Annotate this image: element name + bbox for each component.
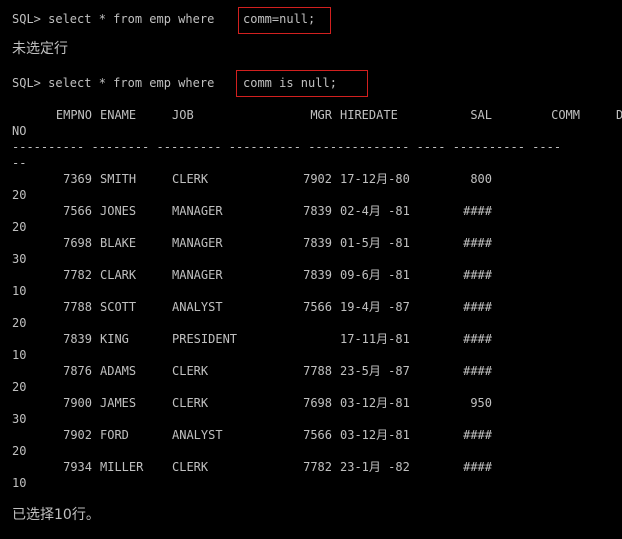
- cell-sal: 800: [470, 172, 492, 186]
- cell-mgr: 7698: [303, 396, 332, 410]
- cell-job: MANAGER: [172, 204, 223, 218]
- header-job: JOB: [172, 108, 194, 122]
- cell-job: MANAGER: [172, 268, 223, 282]
- cell-sal: ####: [463, 428, 492, 442]
- cell-deptno: 30: [12, 252, 27, 266]
- cell-mgr: 7566: [303, 300, 332, 314]
- cell-hiredate: 02-4月 -81: [340, 204, 410, 218]
- cell-ename: BLAKE: [100, 236, 137, 250]
- query1-highlight-box: [238, 7, 331, 34]
- cell-deptno: 20: [12, 380, 27, 394]
- cell-job: CLERK: [172, 460, 209, 474]
- cell-sal: ####: [463, 364, 492, 378]
- cell-sal: ####: [463, 332, 492, 346]
- no-rows-message: 未选定行: [12, 41, 68, 57]
- cell-hiredate: 23-1月 -82: [340, 460, 410, 474]
- cell-empno: 7698: [63, 236, 92, 250]
- cell-ename: MILLER: [100, 460, 144, 474]
- cell-deptno: 10: [12, 284, 27, 298]
- header-hiredate: HIREDATE: [340, 108, 398, 122]
- cell-empno: 7369: [63, 172, 92, 186]
- cell-hiredate: 03-12月-81: [340, 428, 410, 442]
- cell-mgr: 7902: [303, 172, 332, 186]
- header-deptno-cont: NO: [12, 124, 27, 138]
- header-separator: ---------- -------- --------- ----------…: [12, 140, 562, 154]
- cell-job: CLERK: [172, 396, 209, 410]
- query2-highlight-box: [236, 70, 368, 97]
- cell-hiredate: 17-12月-80: [340, 172, 410, 186]
- cell-ename: JAMES: [100, 396, 137, 410]
- cell-empno: 7902: [63, 428, 92, 442]
- cell-sal: ####: [463, 236, 492, 250]
- cell-ename: SMITH: [100, 172, 137, 186]
- cell-mgr: 7839: [303, 268, 332, 282]
- cell-hiredate: 03-12月-81: [340, 396, 410, 410]
- cell-sal: ####: [463, 300, 492, 314]
- cell-hiredate: 09-6月 -81: [340, 268, 410, 282]
- cell-deptno: 10: [12, 476, 27, 490]
- cell-ename: FORD: [100, 428, 129, 442]
- header-empno: EMPNO: [55, 108, 92, 122]
- cell-sal: ####: [463, 268, 492, 282]
- cell-job: CLERK: [172, 364, 209, 378]
- cell-mgr: 7788: [303, 364, 332, 378]
- header-comm: COMM: [551, 108, 580, 122]
- cell-hiredate: 19-4月 -87: [340, 300, 410, 314]
- cell-job: MANAGER: [172, 236, 223, 250]
- cell-empno: 7934: [63, 460, 92, 474]
- rows-selected-message: 已选择10行。: [12, 507, 100, 523]
- cell-empno: 7782: [63, 268, 92, 282]
- cell-empno: 7788: [63, 300, 92, 314]
- cell-job: ANALYST: [172, 428, 223, 442]
- cell-hiredate: 23-5月 -87: [340, 364, 410, 378]
- cell-job: CLERK: [172, 172, 209, 186]
- cell-job: PRESIDENT: [172, 332, 238, 346]
- cell-sal: 950: [470, 396, 492, 410]
- cell-empno: 7566: [63, 204, 92, 218]
- cell-deptno: 10: [12, 348, 27, 362]
- cell-hiredate: 01-5月 -81: [340, 236, 410, 250]
- cell-mgr: 7839: [303, 236, 332, 250]
- query2-prompt: SQL> select * from emp where: [12, 76, 222, 90]
- cell-mgr: 7566: [303, 428, 332, 442]
- query1-prompt: SQL> select * from emp where: [12, 12, 222, 26]
- cell-ename: KING: [100, 332, 129, 346]
- cell-mgr: 7782: [303, 460, 332, 474]
- cell-job: ANALYST: [172, 300, 223, 314]
- cell-sal: ####: [463, 460, 492, 474]
- cell-sal: ####: [463, 204, 492, 218]
- cell-ename: CLARK: [100, 268, 137, 282]
- cell-ename: ADAMS: [100, 364, 137, 378]
- cell-deptno: 20: [12, 444, 27, 458]
- header-sal: SAL: [470, 108, 492, 122]
- cell-empno: 7876: [63, 364, 92, 378]
- cell-ename: SCOTT: [100, 300, 137, 314]
- cell-deptno: 20: [12, 188, 27, 202]
- sqlplus-console[interactable]: SQL> select * from emp where comm=null; …: [0, 0, 622, 539]
- cell-deptno: 20: [12, 316, 27, 330]
- cell-deptno: 20: [12, 220, 27, 234]
- cell-ename: JONES: [100, 204, 137, 218]
- header-mgr: MGR: [310, 108, 332, 122]
- cell-empno: 7900: [63, 396, 92, 410]
- cell-mgr: 7839: [303, 204, 332, 218]
- header-ename: ENAME: [100, 108, 137, 122]
- cell-empno: 7839: [63, 332, 92, 346]
- cell-hiredate: 17-11月-81: [340, 332, 410, 346]
- header-separator-cont: --: [12, 156, 27, 170]
- cell-deptno: 30: [12, 412, 27, 426]
- header-deptno-edge: D: [616, 108, 622, 122]
